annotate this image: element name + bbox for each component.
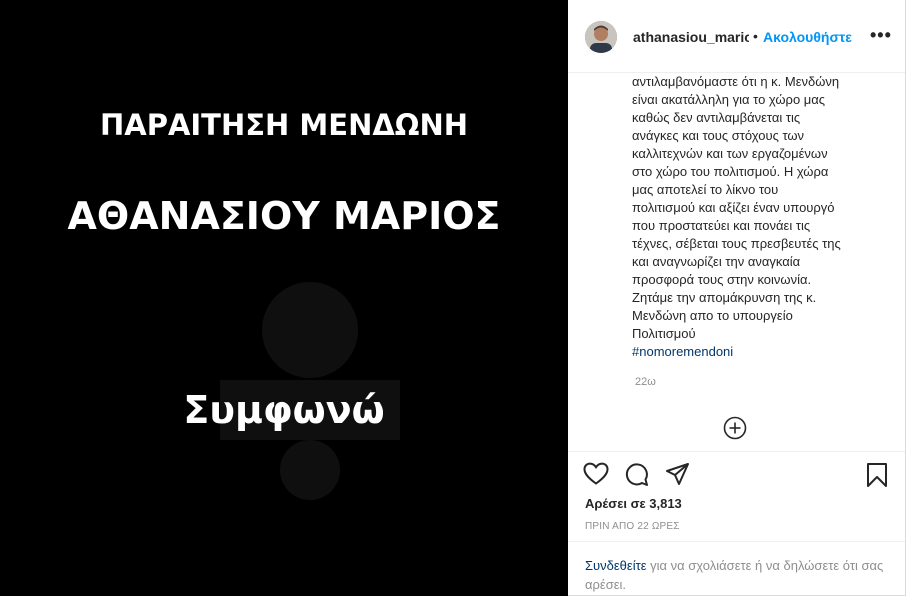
- comment-icon[interactable]: [624, 462, 649, 487]
- action-bar: [568, 451, 905, 452]
- heart-icon[interactable]: [583, 462, 609, 486]
- caption-line: ανάγκες και τους στόχους των: [632, 128, 805, 143]
- bookmark-icon[interactable]: [866, 462, 888, 488]
- comment-time[interactable]: 22ω: [635, 376, 656, 388]
- hashtag-link[interactable]: #nomoremendoni: [632, 343, 882, 361]
- caption-line: προσφορά τους στην κοινωνία.: [632, 272, 812, 287]
- caption-line: Μενδώνη απο το υπουργείο: [632, 308, 793, 323]
- caption-line: Ζητάμε την απομάκρυνση της κ.: [632, 290, 817, 305]
- caption-line: που προστατεύει και πονάει τις: [632, 218, 811, 233]
- login-link[interactable]: Συνδεθείτε: [585, 558, 647, 573]
- caption-line: καλλιτεχνών και των εργαζομένων: [632, 146, 828, 161]
- caption-line: τέχνες, σέβεται τους πρεσβευτές της: [632, 236, 841, 251]
- avatar[interactable]: [585, 21, 617, 53]
- follow-button[interactable]: Ακολουθήστε: [763, 29, 852, 45]
- caption: αντιλαμβανόμαστε ότι η κ. Μενδώνη είναι …: [632, 73, 882, 361]
- faint-watermark: [220, 282, 400, 500]
- login-bar: [568, 541, 905, 542]
- separator-dot: •: [753, 28, 758, 44]
- caption-line: είναι ακατάλληλη για το χώρο μας: [632, 92, 826, 107]
- login-prompt: Συνδεθείτε για να σχολιάσετε ή να δηλώσε…: [585, 556, 885, 594]
- caption-line: καθώς δεν αντιλαμβάνεται τις: [632, 110, 801, 125]
- caption-line: πολιτισμού και αξίζει έναν υπουργό: [632, 200, 835, 215]
- post-image[interactable]: ΠΑΡΑΙΤΗΣΗ ΜΕΝΔΩΝΗ ΑΘΑΝΑΣΙΟΥ ΜΑΡΙΟΣ Συμφω…: [0, 0, 568, 596]
- username-link[interactable]: athanasiou_marios: [633, 29, 749, 45]
- more-options-icon[interactable]: •••: [870, 26, 892, 44]
- plus-circle-icon[interactable]: [723, 416, 747, 440]
- image-text-resignation: ΠΑΡΑΙΤΗΣΗ ΜΕΝΔΩΝΗ: [99, 108, 468, 142]
- image-text-agree: Συμφωνώ: [183, 388, 385, 432]
- image-text-name: ΑΘΑΝΑΣΙΟΥ ΜΑΡΙΟΣ: [67, 194, 501, 238]
- likes-count[interactable]: Αρέσει σε 3,813: [585, 496, 682, 511]
- post-header: athanasiou_marios • Ακολουθήστε •••: [568, 0, 905, 73]
- share-icon[interactable]: [665, 462, 690, 486]
- caption-line: και αναγνωρίζει την αναγκαία: [632, 254, 801, 269]
- caption-line: μας αποτελεί το λίκνο του: [632, 182, 779, 197]
- post-side-panel: athanasiou_marios • Ακολουθήστε ••• αντι…: [568, 0, 906, 596]
- caption-line: αντιλαμβανόμαστε ότι η κ. Μενδώνη: [632, 74, 840, 89]
- caption-line: Πολιτισμού: [632, 326, 696, 341]
- post-timestamp: ΠΡΙΝ ΑΠΟ 22 ΩΡΕΣ: [585, 521, 680, 532]
- avatar-image: [585, 21, 617, 53]
- caption-line: στο χώρο του πολιτισμού. Η χώρα: [632, 164, 829, 179]
